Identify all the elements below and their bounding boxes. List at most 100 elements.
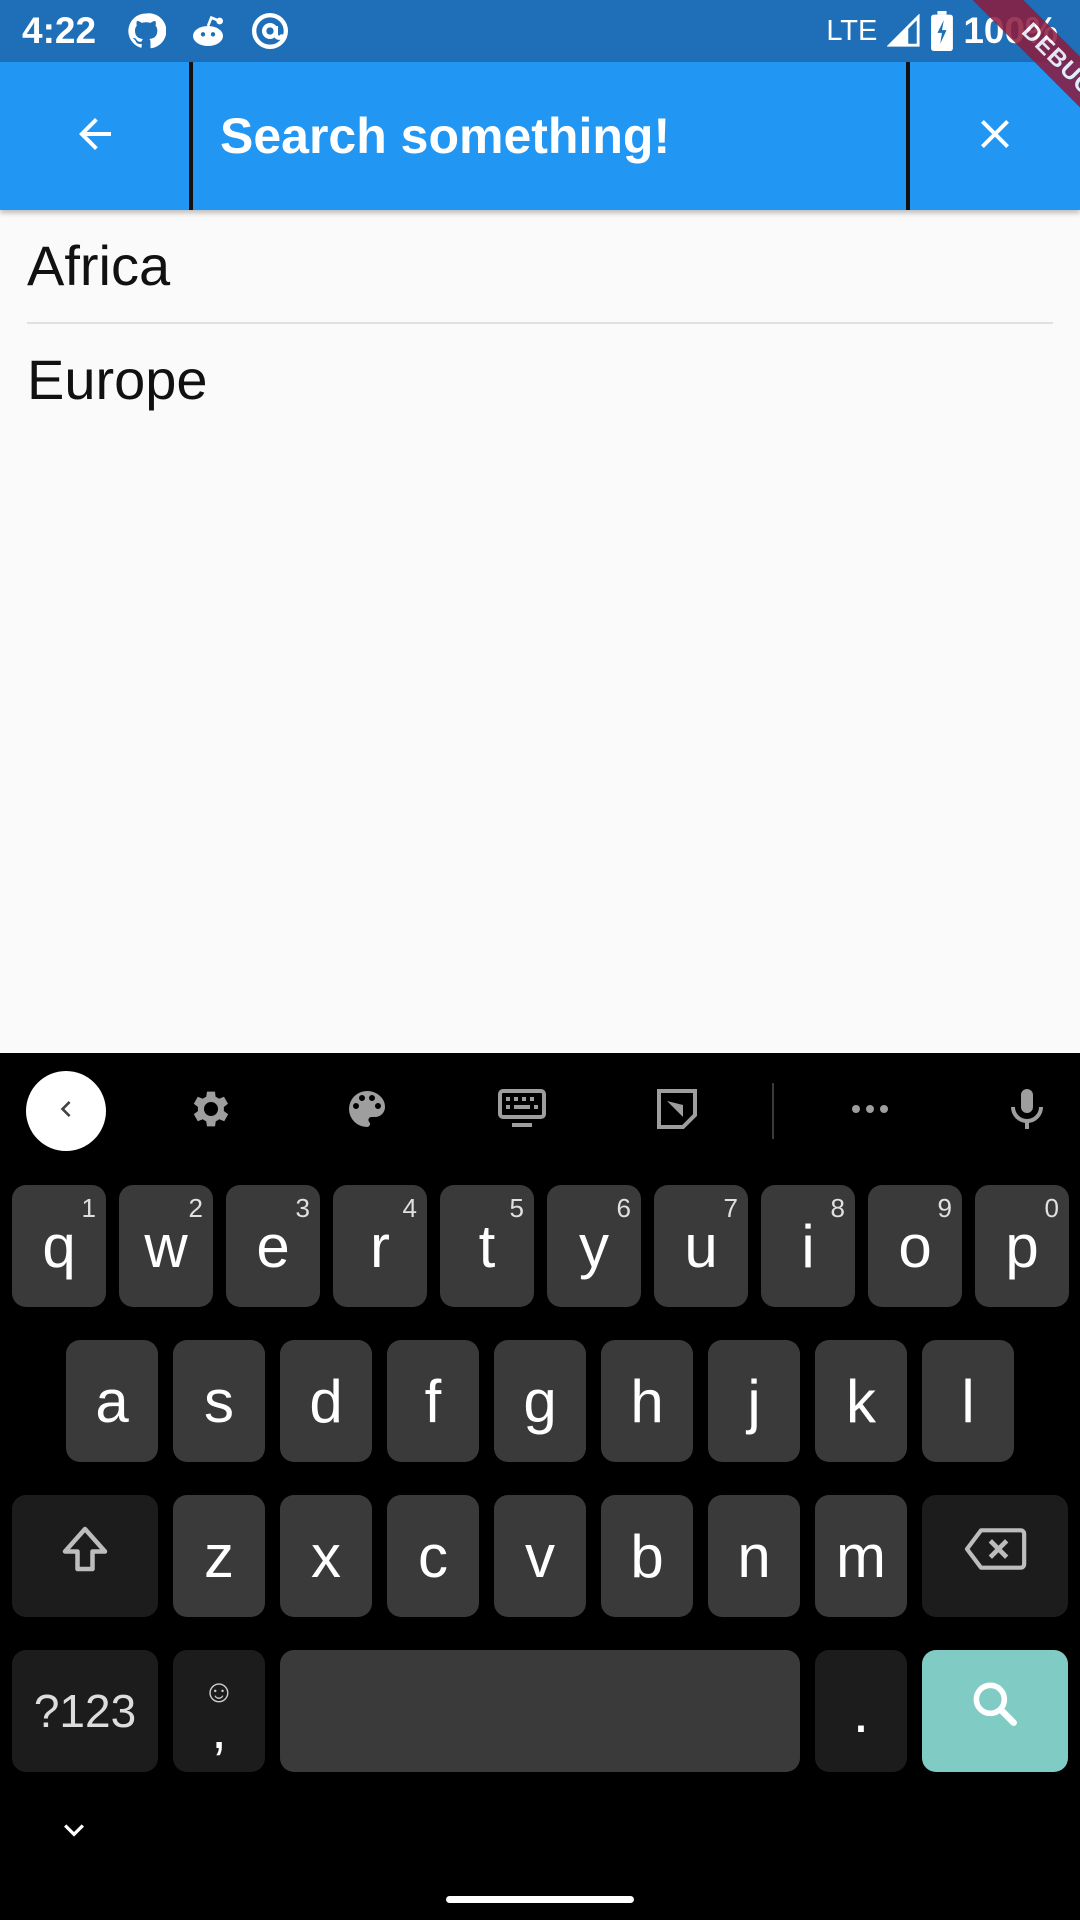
key-g[interactable]: g (494, 1340, 586, 1462)
key-label: y (579, 1212, 609, 1280)
key-label: p (1005, 1212, 1039, 1280)
key-label: , (211, 1697, 227, 1760)
signal-icon (887, 14, 921, 48)
key-label: k (846, 1367, 876, 1435)
key-label: f (424, 1367, 442, 1435)
battery-icon (931, 11, 954, 51)
microphone-icon (1003, 1085, 1051, 1138)
network-type: LTE (826, 15, 878, 47)
shift-key[interactable] (12, 1495, 158, 1617)
key-d[interactable]: d (280, 1340, 372, 1462)
backspace-key[interactable] (922, 1495, 1068, 1617)
clear-search-button[interactable] (910, 62, 1080, 210)
search-icon (967, 1676, 1023, 1746)
list-item[interactable]: Europe (0, 324, 1080, 436)
key-hint: 0 (1044, 1193, 1059, 1223)
key-c[interactable]: c (387, 1495, 479, 1617)
key-hint: 9 (937, 1193, 952, 1223)
sticker-button[interactable] (637, 1071, 717, 1151)
comma-key[interactable]: ☺ , (173, 1650, 265, 1772)
voice-input-button[interactable] (987, 1071, 1067, 1151)
key-hint: 6 (616, 1193, 631, 1223)
toolbar-divider (772, 1083, 774, 1139)
status-time: 4:22 (22, 10, 97, 51)
key-k[interactable]: k (815, 1340, 907, 1462)
chevron-left-icon (50, 1093, 82, 1130)
key-label: q (42, 1212, 76, 1280)
key-label: b (630, 1522, 664, 1590)
key-f[interactable]: f (387, 1340, 479, 1462)
back-button[interactable] (0, 62, 190, 210)
key-hint: 3 (295, 1193, 310, 1223)
key-h[interactable]: h (601, 1340, 693, 1462)
arrow-back-icon (71, 110, 119, 163)
key-label: m (836, 1522, 886, 1590)
key-label: w (144, 1212, 188, 1280)
gear-icon (187, 1085, 235, 1138)
key-x[interactable]: x (280, 1495, 372, 1617)
key-e[interactable]: e3 (226, 1185, 320, 1307)
shift-arrow-icon (55, 1519, 115, 1593)
symbols-key[interactable]: ?123 (12, 1650, 158, 1772)
key-label: g (523, 1367, 557, 1435)
settings-button[interactable] (171, 1071, 251, 1151)
key-label: a (95, 1367, 129, 1435)
divider (189, 62, 193, 210)
key-label: i (801, 1212, 815, 1280)
key-hint: 1 (81, 1193, 96, 1223)
theme-button[interactable] (327, 1071, 407, 1151)
key-hint: 4 (402, 1193, 417, 1223)
collapse-toolbar-button[interactable] (26, 1071, 106, 1151)
search-app-bar (0, 62, 1080, 210)
key-l[interactable]: l (922, 1340, 1014, 1462)
key-a[interactable]: a (66, 1340, 158, 1462)
key-label: j (747, 1367, 761, 1435)
github-icon (126, 11, 166, 51)
key-m[interactable]: m (815, 1495, 907, 1617)
palette-icon (343, 1085, 391, 1138)
key-hint: 8 (830, 1193, 845, 1223)
more-options-button[interactable] (830, 1071, 910, 1151)
key-i[interactable]: i8 (761, 1185, 855, 1307)
key-v[interactable]: v (494, 1495, 586, 1617)
key-label: c (418, 1522, 448, 1590)
key-q[interactable]: q1 (12, 1185, 106, 1307)
key-label: x (311, 1522, 341, 1590)
soft-keyboard: q1 w2 e3 r4 t5 y6 u7 i8 o9 p0 a s d f g … (0, 1053, 1080, 1920)
key-z[interactable]: z (173, 1495, 265, 1617)
key-j[interactable]: j (708, 1340, 800, 1462)
sticker-icon (653, 1085, 701, 1138)
key-label: d (309, 1367, 343, 1435)
key-w[interactable]: w2 (119, 1185, 213, 1307)
hide-keyboard-button[interactable] (50, 1808, 98, 1856)
key-label: l (961, 1367, 975, 1435)
list-item[interactable]: Africa (0, 210, 1080, 322)
search-action-key[interactable] (922, 1650, 1068, 1772)
home-gesture-bar[interactable] (446, 1896, 634, 1903)
key-o[interactable]: o9 (868, 1185, 962, 1307)
key-s[interactable]: s (173, 1340, 265, 1462)
key-label: . (852, 1677, 870, 1745)
key-hint: 5 (509, 1193, 524, 1223)
key-hint: 7 (723, 1193, 738, 1223)
key-label: z (204, 1522, 234, 1590)
key-u[interactable]: u7 (654, 1185, 748, 1307)
status-bar: 4:22 LTE 100% (0, 0, 1080, 62)
key-label: e (256, 1212, 290, 1280)
key-label: n (737, 1522, 771, 1590)
one-handed-button[interactable] (482, 1071, 562, 1151)
key-label: v (525, 1522, 555, 1590)
key-t[interactable]: t5 (440, 1185, 534, 1307)
period-key[interactable]: . (815, 1650, 907, 1772)
key-n[interactable]: n (708, 1495, 800, 1617)
search-input[interactable] (194, 62, 906, 210)
space-key[interactable] (280, 1650, 800, 1772)
key-p[interactable]: p0 (975, 1185, 1069, 1307)
key-label: o (898, 1212, 932, 1280)
key-y[interactable]: y6 (547, 1185, 641, 1307)
key-b[interactable]: b (601, 1495, 693, 1617)
key-label: u (684, 1212, 718, 1280)
close-icon (971, 110, 1019, 163)
key-r[interactable]: r4 (333, 1185, 427, 1307)
at-sign-icon (250, 11, 290, 51)
